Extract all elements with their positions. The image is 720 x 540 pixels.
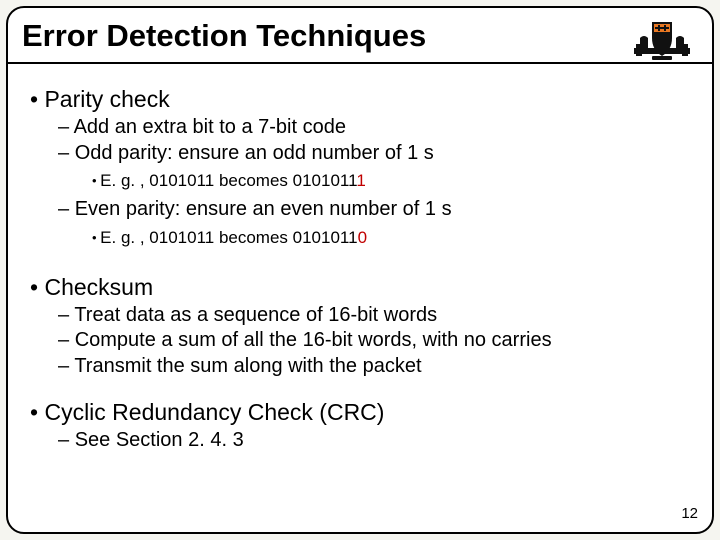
title-bar: Error Detection Techniques [6, 8, 714, 64]
highlighted-bit: 1 [356, 171, 365, 190]
bullet-checksum: Checksum [30, 274, 690, 301]
subbullet: Transmit the sum along with the packet [58, 354, 690, 380]
princeton-shield-icon [634, 18, 690, 62]
subbullet: Treat data as a sequence of 16-bit words [58, 303, 690, 329]
slide-content: Parity check Add an extra bit to a 7-bit… [30, 80, 690, 454]
subbullet: Compute a sum of all the 16-bit words, w… [58, 328, 690, 354]
subbullet: Add an extra bit to a 7-bit code [58, 115, 690, 141]
page-number: 12 [681, 505, 698, 522]
highlighted-bit: 0 [358, 228, 367, 247]
subbullet: See Section 2. 4. 3 [58, 428, 690, 454]
slide-title: Error Detection Techniques [22, 18, 698, 54]
subbullet: Even parity: ensure an even number of 1 … [58, 197, 690, 223]
example-odd-parity: E. g. , 0101011 becomes 01010111 [92, 170, 690, 193]
subbullet: Odd parity: ensure an odd number of 1 s [58, 141, 690, 167]
example-text: E. g. , 0101011 becomes 0101011 [100, 171, 356, 190]
example-text: E. g. , 0101011 becomes 0101011 [100, 228, 357, 247]
bullet-crc: Cyclic Redundancy Check (CRC) [30, 399, 690, 426]
slide-frame: Error Detection Techniques Parity check … [6, 6, 714, 534]
example-even-parity: E. g. , 0101011 becomes 01010110 [92, 227, 690, 250]
bullet-parity-check: Parity check [30, 86, 690, 113]
